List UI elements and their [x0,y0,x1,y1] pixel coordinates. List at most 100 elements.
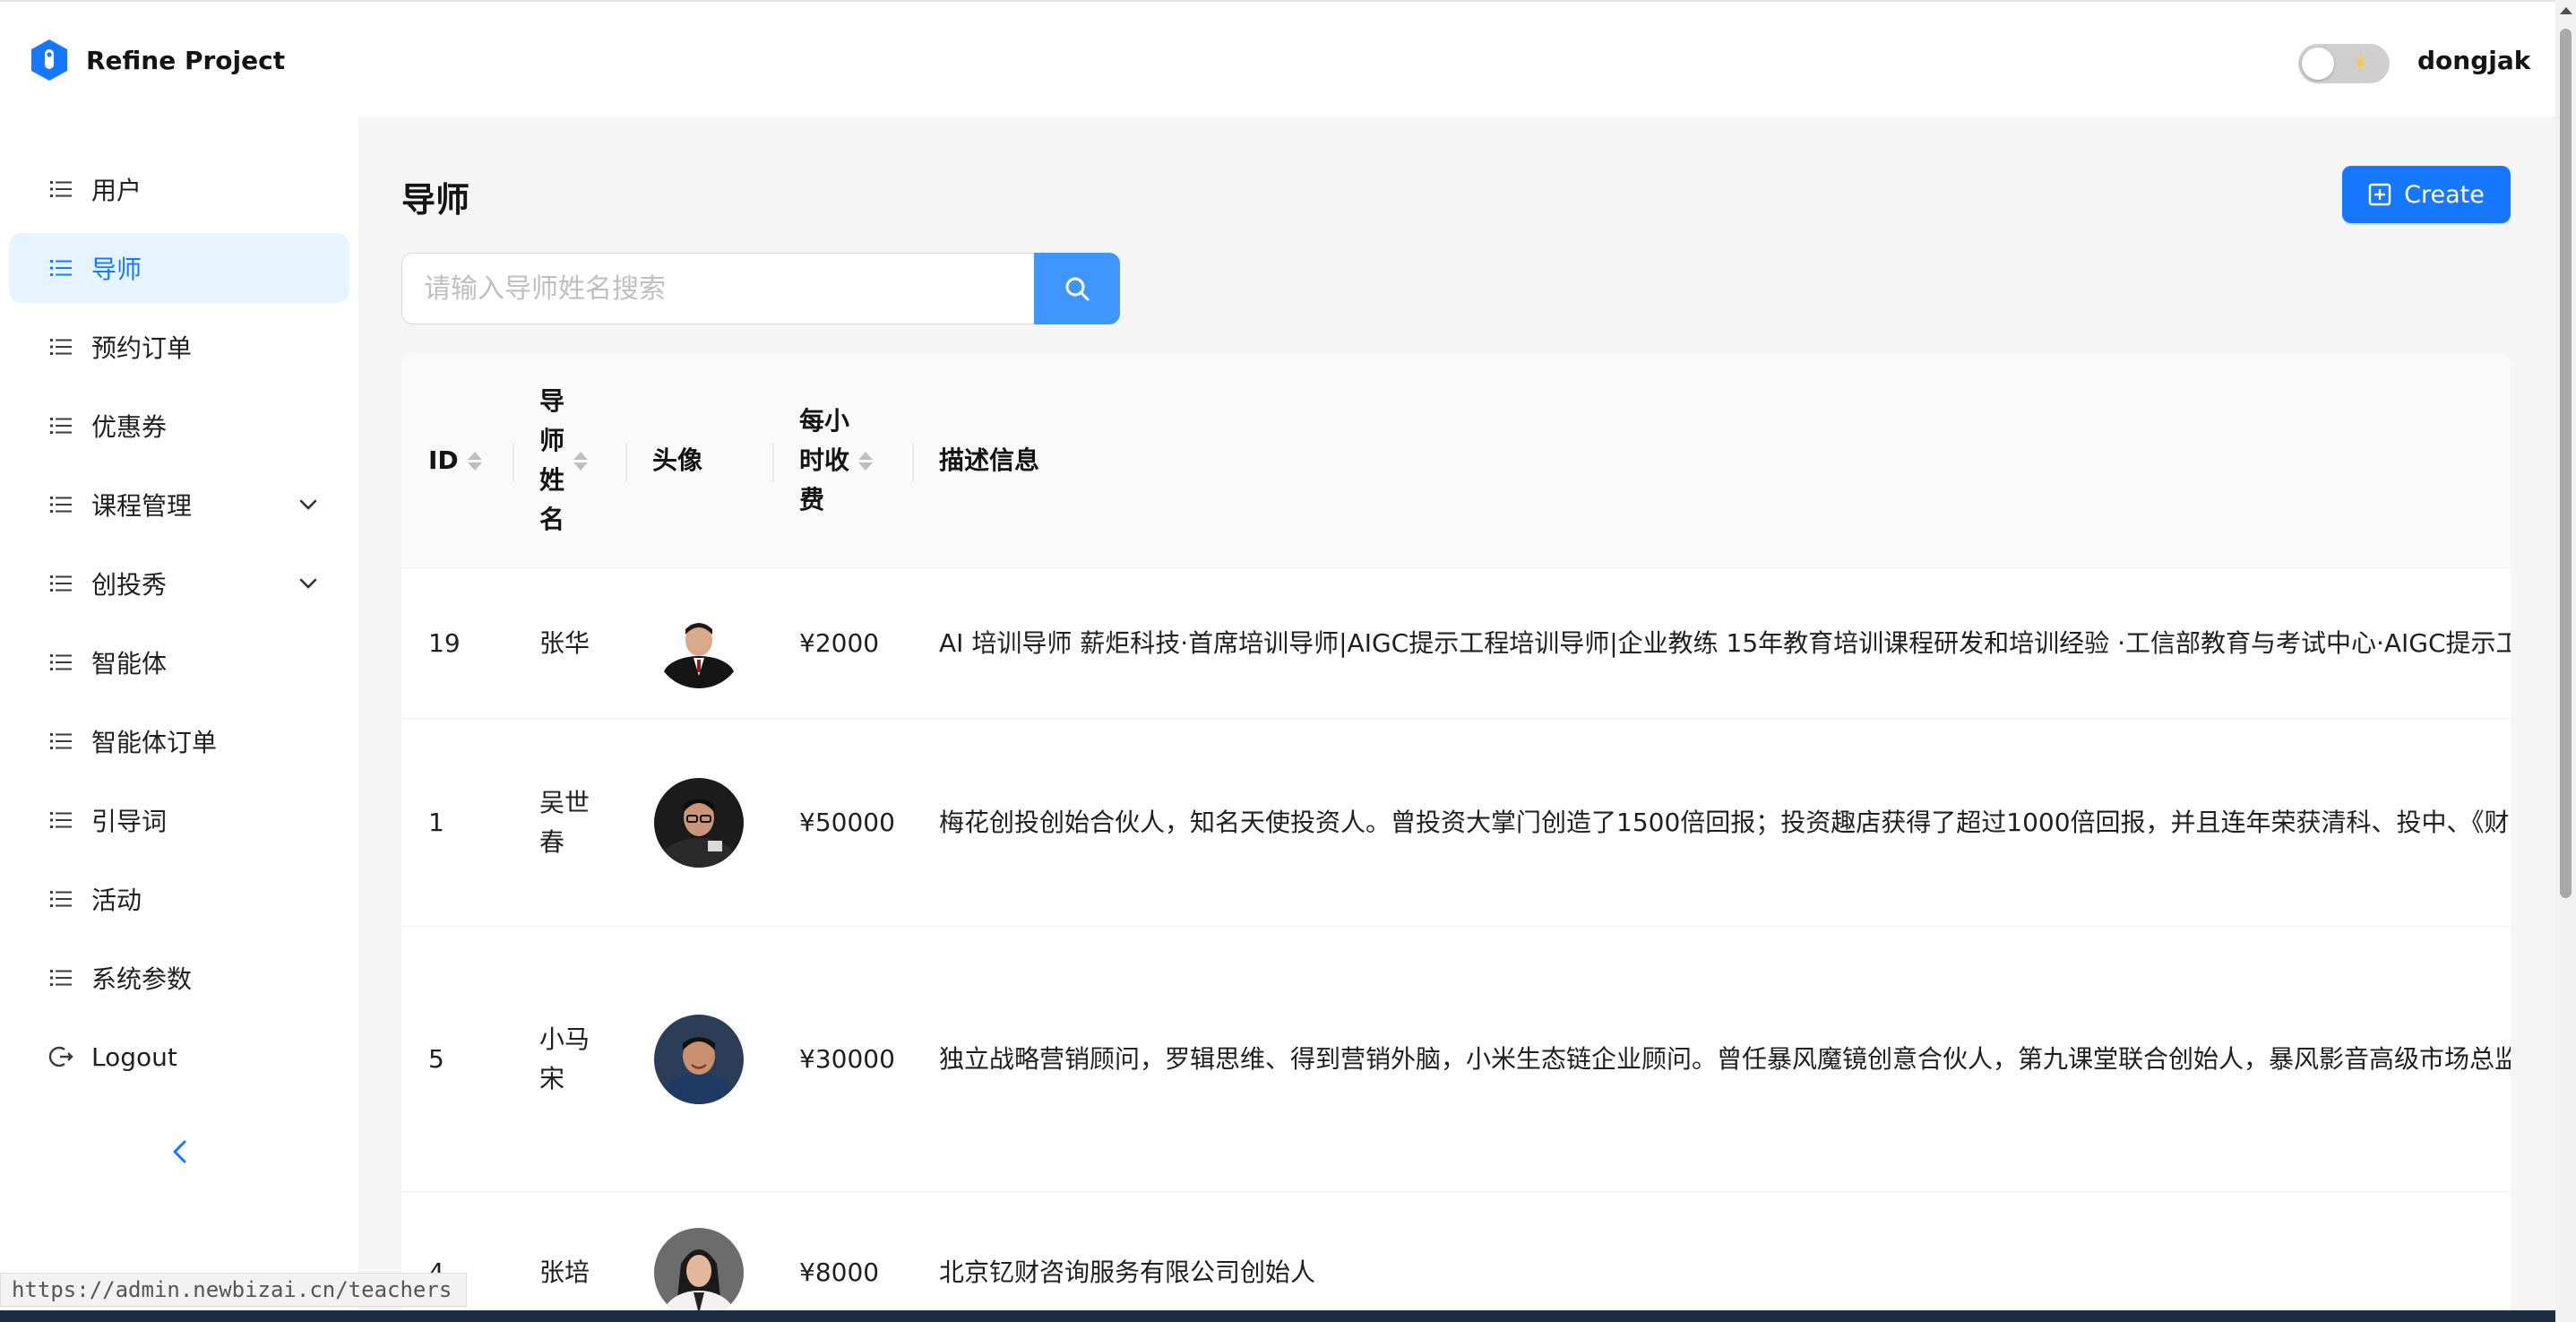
toggle-knob [2302,48,2334,80]
main-content: 导师 Create ID 导师姓名 头像 每小时收费 描述信息 19 张华 ¥2000 AI … [358,117,2555,1322]
list-icon [48,808,73,833]
sort-icon[interactable] [858,451,874,471]
sidebar-item-label: 活动 [91,886,142,915]
create-button[interactable]: Create [2342,166,2511,223]
list-icon [48,729,73,754]
sort-icon[interactable] [573,451,589,471]
sidebar-item-1[interactable]: 导师 [9,233,349,303]
sun-icon: ☀ [2350,50,2372,77]
column-header-text: 师 [539,426,565,455]
refine-logo-icon [27,38,72,82]
column-header-text: 导 [539,386,565,416]
scroll-thumb[interactable] [2560,29,2572,898]
cell-id: 1 [428,807,444,837]
cell-name: 张华 [539,568,590,718]
create-button-label: Create [2404,180,2485,209]
search-input[interactable] [401,253,1034,324]
sort-icon[interactable] [467,451,482,471]
column-header-0[interactable]: ID [428,353,482,568]
cell-name: 吴世春 [539,719,590,926]
logout-icon [48,1044,73,1069]
sidebar-item-label: 引导词 [91,807,168,836]
search-button[interactable] [1034,253,1120,324]
column-header-text: 时收 [799,445,850,475]
sidebar-item-0[interactable]: 用户 [9,154,349,224]
cell-fee: ¥50000 [799,807,895,837]
page-scrollbar[interactable] [2555,0,2576,1322]
cell-description: 北京钇财咨询服务有限公司创始人 [939,1257,1316,1287]
list-icon [48,334,73,359]
sidebar-item-label: 智能体 [91,649,168,678]
cell-fee: ¥8000 [799,1257,880,1287]
sidebar-item-2[interactable]: 预约订单 [9,312,349,382]
username: dongjak [2417,46,2531,75]
table-row[interactable]: 1 吴世春 ¥50000 梅花创投创始合伙人，知名天使投资人。曾投资大掌门创造了150… [401,719,2511,927]
cell-fee: ¥2000 [799,627,880,658]
cell-description: 梅花创投创始合伙人，知名天使投资人。曾投资大掌门创造了1500倍回报；投资趣店获… [939,807,2511,837]
column-header-4: 描述信息 [939,353,1039,568]
sidebar-item-6[interactable]: 智能体 [9,627,349,697]
sidebar-item-label: 预约订单 [91,333,193,363]
sidebar-item-4[interactable]: 课程管理 [9,470,349,540]
cell-name-text: 春 [539,826,565,857]
search-bar [401,253,1120,324]
cell-description: AI 培训导师 薪炬科技·首席培训导师|AIGC提示工程培训导师|企业教练 15… [939,627,2511,658]
sidebar-item-label: 用户 [91,176,142,205]
sidebar-item-label: 课程管理 [91,491,193,521]
sidebar-item-label: 优惠券 [91,412,168,442]
avatar [654,1014,744,1104]
taskbar-strip [0,1310,2555,1322]
app-title: Refine Project [86,45,286,75]
sidebar-item-3[interactable]: 优惠券 [9,391,349,461]
column-header-text: 头像 [652,445,703,475]
sidebar-item-11[interactable]: Logout [9,1022,349,1092]
column-header-text: 每小 [799,406,850,436]
theme-toggle[interactable]: ☀ [2298,44,2390,83]
sidebar-item-5[interactable]: 创投秀 [9,549,349,618]
sidebar-item-9[interactable]: 活动 [9,864,349,934]
list-icon [48,965,73,990]
sidebar-item-label: 创投秀 [91,570,168,600]
sidebar-item-7[interactable]: 智能体订单 [9,706,349,776]
cell-name-text: 小马 [539,1024,590,1054]
sidebar-item-label: 导师 [91,255,142,284]
cell-avatar [654,719,744,926]
cell-id: 5 [428,1043,444,1074]
table-row[interactable]: 4 张培 ¥8000 北京钇财咨询服务有限公司创始人 [401,1192,2511,1322]
list-icon [48,413,73,438]
list-icon [48,492,73,517]
table-row[interactable]: 5 小马宋 ¥30000 独立战略营销顾问，罗辑思维、得到营销外脑，小米生态链企业顾问… [401,927,2511,1192]
avatar [654,777,744,868]
column-header-text: ID [428,445,459,475]
chevron-down-icon [297,494,319,515]
column-divider [625,443,627,482]
column-header-1[interactable]: 导师姓名 [539,353,589,568]
search-icon [1065,277,1090,301]
top-header: Refine Project ☀ dongjak [0,0,2555,117]
chevron-down-icon [297,573,319,594]
column-divider [513,443,514,482]
list-icon [48,177,73,202]
sidebar-item-8[interactable]: 引导词 [9,785,349,855]
sidebar-item-label: 系统参数 [91,964,193,994]
list-icon [48,571,73,596]
scroll-up-arrow[interactable] [2560,7,2572,14]
chevron-left-icon[interactable] [168,1138,192,1165]
column-header-text: 名 [539,505,565,534]
cell-avatar [654,1192,744,1322]
table-header: ID 导师姓名 头像 每小 时收费 描述信息 [401,353,2511,568]
table-row[interactable]: 19 张华 ¥2000 AI 培训导师 薪炬科技·首席培训导师|AIGC提示工程培训导… [401,568,2511,719]
plus-square-icon [2368,183,2391,206]
sidebar-item-label: 智能体订单 [91,728,218,757]
cell-name-text: 张培 [539,1257,590,1287]
cell-avatar [654,927,744,1191]
app-logo[interactable]: Refine Project [27,38,285,82]
cell-fee: ¥30000 [799,1043,895,1074]
column-header-3[interactable]: 每小 时收费 [799,353,874,568]
cell-name-text: 张华 [539,627,590,658]
list-icon [48,886,73,912]
column-header-2: 头像 [652,353,702,568]
cell-description: 独立战略营销顾问，罗辑思维、得到营销外脑，小米生态链企业顾问。曾任暴风魔镜创意合… [939,1043,2511,1074]
sidebar-item-10[interactable]: 系统参数 [9,943,349,1013]
avatar [654,1227,744,1318]
